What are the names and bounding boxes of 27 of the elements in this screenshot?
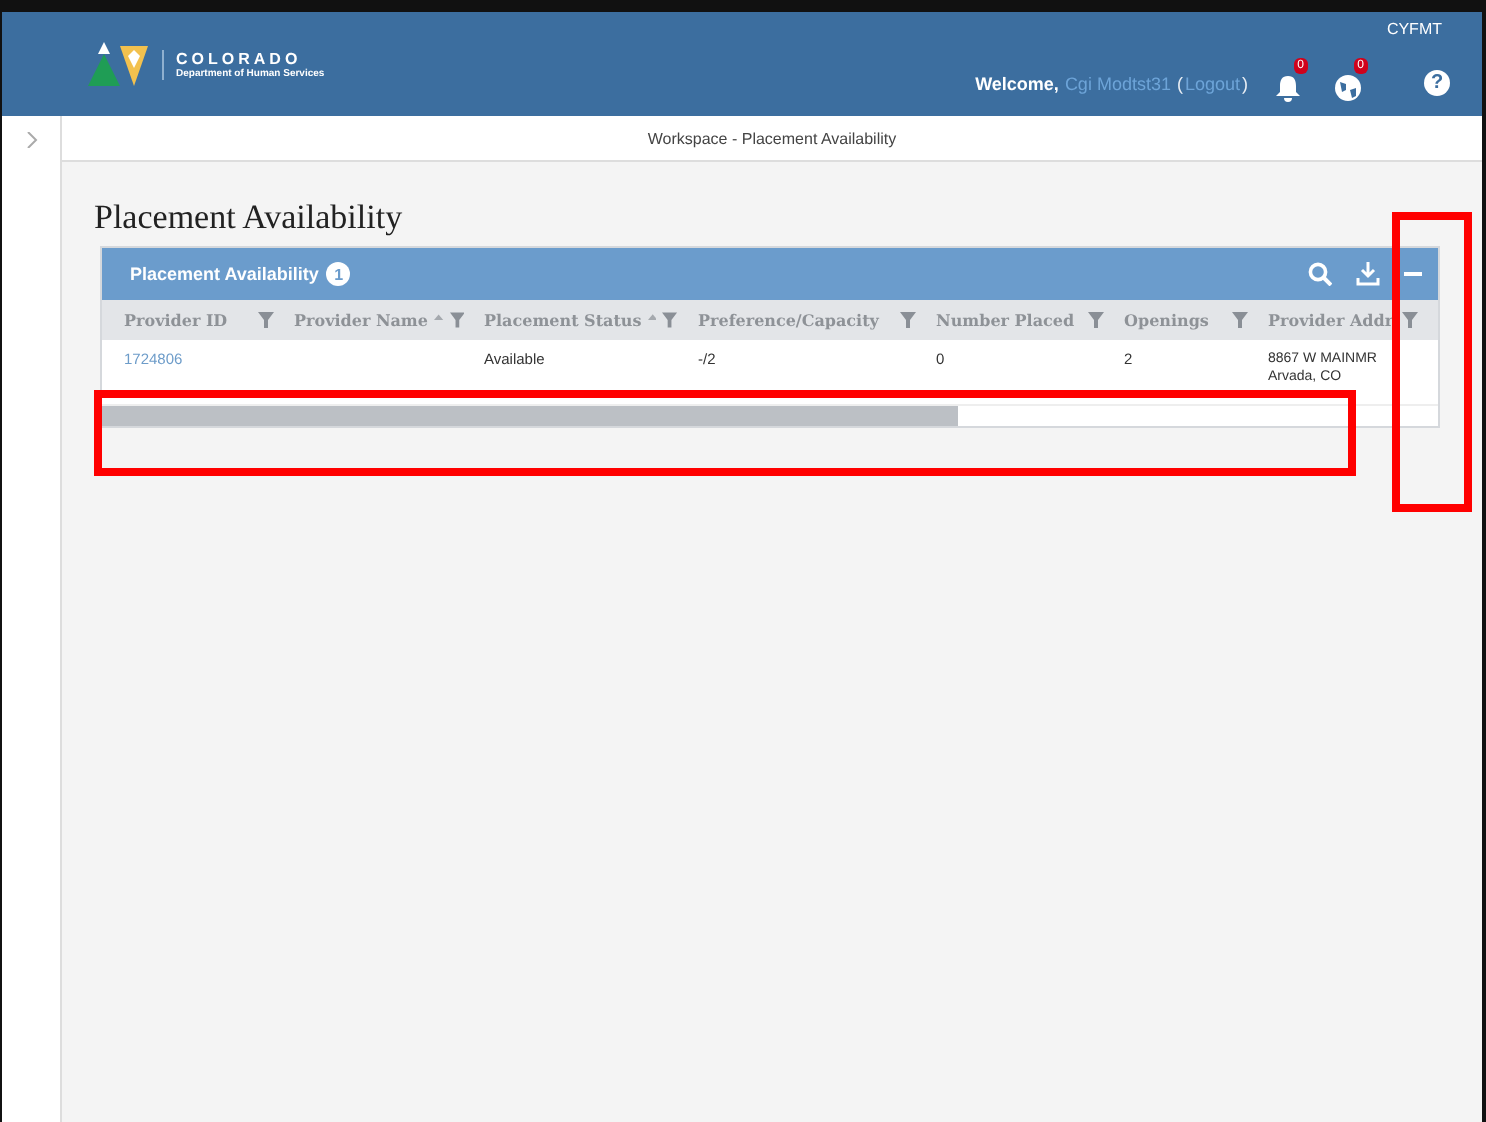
filter-icon[interactable]	[449, 312, 464, 328]
state-logo-icon	[86, 38, 150, 90]
filter-icon[interactable]	[258, 312, 274, 328]
agency-label: CYFMT	[1386, 20, 1442, 38]
download-icon[interactable]	[1356, 262, 1380, 286]
breadcrumb: Workspace - Placement Availability	[647, 129, 897, 147]
page-title: Placement Availability	[94, 198, 405, 238]
logout-link[interactable]: Logout	[1184, 74, 1240, 94]
user-name: Cgi Modtst31	[1064, 74, 1171, 94]
parenthesis: (	[1176, 74, 1183, 94]
filter-icon[interactable]	[1088, 312, 1104, 328]
logo-title: COLORADO	[176, 49, 304, 67]
welcome-text: Welcome,	[975, 74, 1059, 94]
parenthesis: )	[1242, 74, 1248, 94]
filter-icon[interactable]	[662, 312, 678, 328]
filter-icon[interactable]	[1232, 312, 1248, 328]
bell-icon[interactable]	[1276, 74, 1300, 102]
search-icon[interactable]	[1308, 262, 1332, 286]
help-icon[interactable]: ?	[1424, 70, 1450, 96]
filter-icon[interactable]	[1402, 312, 1418, 328]
panel-title: Placement Availability	[130, 264, 319, 284]
filter-icon[interactable]	[900, 312, 916, 328]
horizontal-scrollbar[interactable]	[102, 404, 1438, 426]
scrollbar-thumb[interactable]	[102, 406, 958, 426]
minimize-icon[interactable]	[1404, 271, 1422, 277]
expand-icon[interactable]	[25, 132, 37, 148]
count-badge: 1	[326, 262, 351, 286]
